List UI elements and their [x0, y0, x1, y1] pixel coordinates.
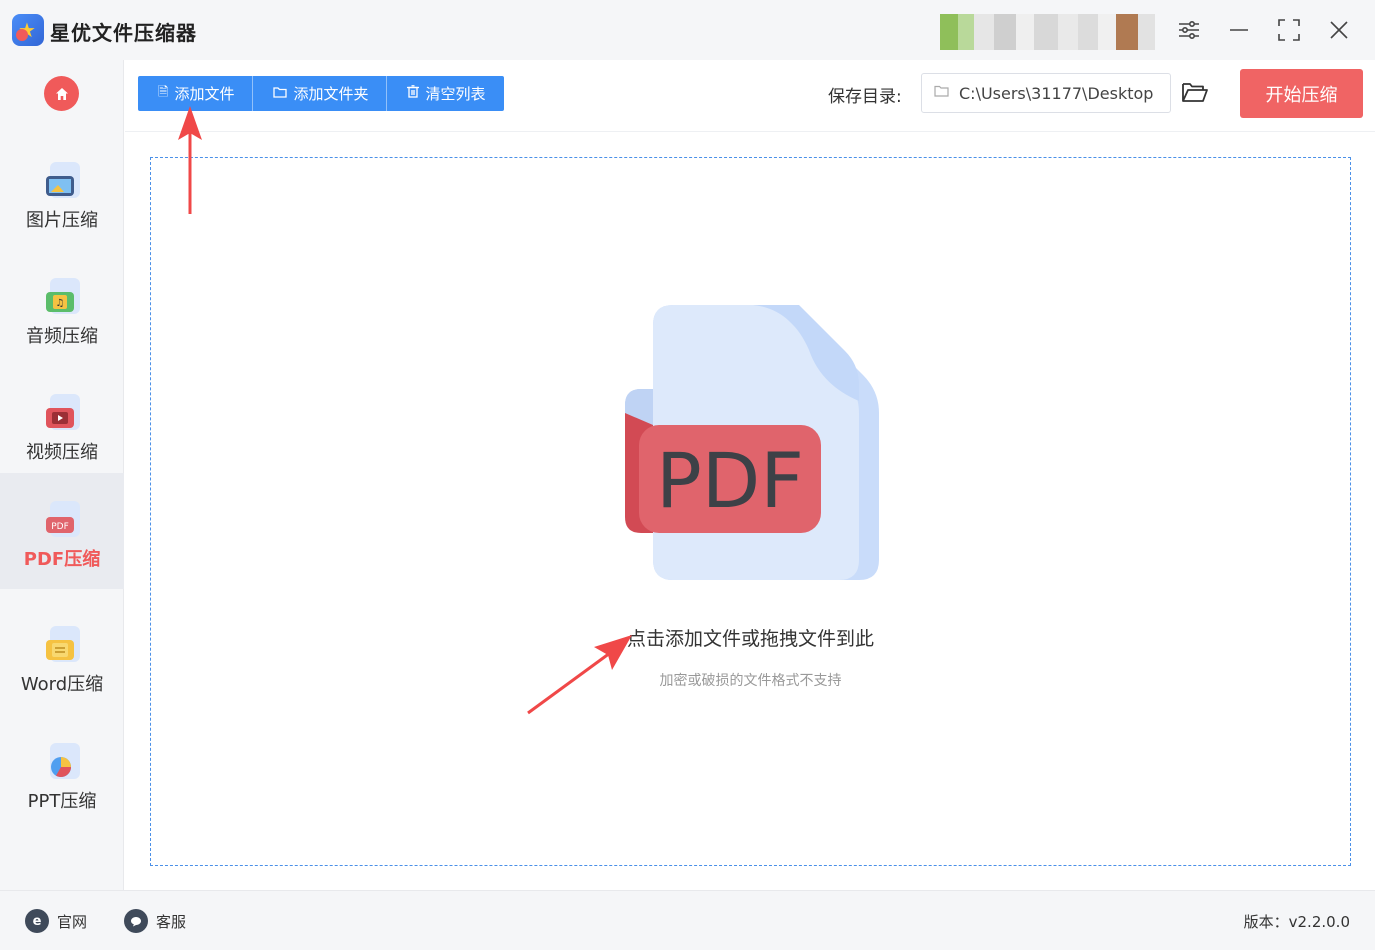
- settings-sliders-icon[interactable]: [1173, 14, 1205, 46]
- ppt-file-icon: [44, 743, 80, 783]
- file-drop-zone[interactable]: PDF 点击添加文件或拖拽文件到此 加密或破损的文件格式不支持: [150, 157, 1351, 866]
- browser-e-icon: e: [25, 909, 49, 933]
- video-file-icon: [44, 394, 80, 434]
- sidebar-item-word[interactable]: Word压缩: [0, 598, 124, 714]
- add-folder-button[interactable]: 添加文件夹: [253, 76, 388, 111]
- chat-bubble-icon: [124, 909, 148, 933]
- user-avatar[interactable]: [940, 14, 1155, 50]
- drop-sub-hint: 加密或破损的文件格式不支持: [659, 673, 842, 689]
- image-file-icon: [44, 162, 80, 202]
- start-compress-button[interactable]: 开始压缩: [1240, 69, 1363, 118]
- save-dir-value: C:\Users\31177\Desktop: [959, 83, 1154, 103]
- version-label: 版本：v2.2.0.0: [1243, 913, 1350, 931]
- close-icon[interactable]: [1323, 14, 1355, 46]
- open-folder-icon[interactable]: [1181, 80, 1211, 108]
- svg-text:PDF: PDF: [51, 522, 69, 532]
- audio-file-icon: ♫: [44, 278, 80, 318]
- minimize-icon[interactable]: [1223, 14, 1255, 46]
- sidebar-item-ppt[interactable]: PPT压缩: [0, 715, 124, 831]
- folder-icon: [273, 86, 288, 102]
- file-icon: 🗎: [158, 84, 169, 100]
- clear-list-button[interactable]: 清空列表: [387, 76, 503, 111]
- footer: e 官网 客服 版本：v2.2.0.0: [0, 890, 1375, 950]
- app-title: 星优文件压缩器: [50, 21, 197, 45]
- word-file-icon: [44, 626, 80, 666]
- annotation-arrow-up: [178, 106, 202, 214]
- save-dir-label: 保存目录:: [828, 87, 902, 107]
- maximize-icon[interactable]: [1273, 14, 1305, 46]
- home-icon: [55, 87, 68, 100]
- sidebar-item-video[interactable]: 视频压缩: [0, 366, 124, 482]
- annotation-arrow-diagonal: [527, 635, 632, 715]
- folder-outline-icon: [934, 85, 949, 101]
- trash-icon: [407, 85, 420, 102]
- pdf-file-icon: PDF: [44, 501, 80, 541]
- pdf-document-icon: PDF: [625, 305, 879, 580]
- toolbar: 🗎 添加文件 添加文件夹 清空列表 保存目录: C:\Users\31177\D…: [125, 60, 1375, 132]
- pdf-badge-text: PDF: [656, 436, 804, 525]
- sidebar-item-pdf[interactable]: PDF PDF压缩: [0, 473, 124, 589]
- sidebar-item-audio[interactable]: ♫ 音频压缩: [0, 250, 124, 366]
- home-button[interactable]: [44, 76, 79, 111]
- website-link[interactable]: e 官网: [25, 909, 87, 933]
- save-dir-input[interactable]: C:\Users\31177\Desktop: [921, 73, 1171, 113]
- title-bar: ★ 星优文件压缩器: [0, 0, 1375, 60]
- svg-text:♫: ♫: [56, 298, 65, 309]
- sidebar-item-image[interactable]: 图片压缩: [0, 134, 124, 250]
- drop-hint: 点击添加文件或拖拽文件到此: [626, 628, 874, 650]
- support-link[interactable]: 客服: [124, 909, 186, 933]
- app-logo-icon: ★: [12, 14, 44, 46]
- sidebar: 图片压缩 ♫ 音频压缩 视频压缩 PDF PDF压缩 Word压缩 PPT压缩: [0, 60, 124, 890]
